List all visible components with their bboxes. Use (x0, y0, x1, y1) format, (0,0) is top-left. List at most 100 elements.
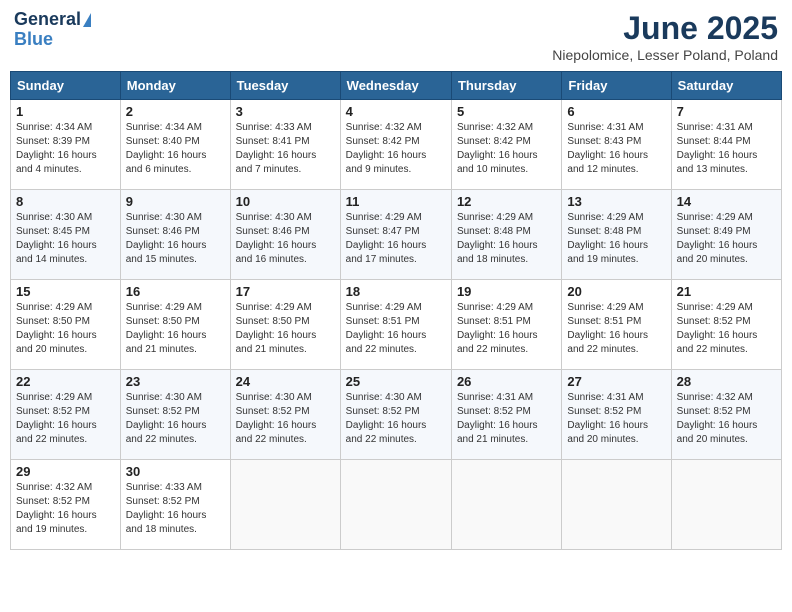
day-info: Sunrise: 4:30 AM Sunset: 8:52 PM Dayligh… (236, 391, 335, 447)
day-number: 27 (567, 374, 665, 389)
calendar-cell: 17Sunrise: 4:29 AM Sunset: 8:50 PM Dayli… (230, 280, 340, 370)
day-number: 6 (567, 104, 665, 119)
calendar-cell: 6Sunrise: 4:31 AM Sunset: 8:43 PM Daylig… (562, 100, 671, 190)
day-number: 15 (16, 284, 115, 299)
day-number: 13 (567, 194, 665, 209)
calendar-cell: 21 Sunrise: 4:29 AM Sunset: 8:52 PM Dayli… (671, 280, 781, 370)
calendar-week-3: 15 Sunrise: 4:29 AM Sunset: 8:50 PM Dayli… (11, 280, 782, 370)
calendar-table: SundayMondayTuesdayWednesdayThursdayFrid… (10, 71, 782, 550)
day-info: Sunrise: 4:29 AM Sunset: 8:52 PM Dayligh… (16, 391, 115, 447)
calendar-week-5: 29 Sunrise: 4:32 AM Sunset: 8:52 PM Dayli… (11, 460, 782, 550)
day-number: 20 (567, 284, 665, 299)
day-number: 17 (236, 284, 335, 299)
day-info: Sunrise: 4:29 AM Sunset: 8:47 PM Dayligh… (346, 211, 446, 267)
day-info: Sunrise: 4:34 AM Sunset: 8:40 PM Dayligh… (126, 121, 225, 177)
day-info: Sunrise: 4:29 AM Sunset: 8:51 PM Dayligh… (346, 301, 446, 357)
location-title: Niepolomice, Lesser Poland, Poland (552, 47, 778, 63)
calendar-cell: 19Sunrise: 4:29 AM Sunset: 8:51 PM Dayli… (451, 280, 561, 370)
day-number: 3 (236, 104, 335, 119)
day-number: 14 (677, 194, 776, 209)
day-number: 21 (677, 284, 776, 299)
day-info: Sunrise: 4:30 AM Sunset: 8:46 PM Dayligh… (236, 211, 335, 267)
month-title: June 2025 (552, 10, 778, 47)
calendar-cell (451, 460, 561, 550)
day-info: Sunrise: 4:34 AM Sunset: 8:39 PM Dayligh… (16, 121, 115, 177)
day-info: Sunrise: 4:30 AM Sunset: 8:52 PM Dayligh… (346, 391, 446, 447)
calendar-cell: 20 Sunrise: 4:29 AM Sunset: 8:51 PM Dayli… (562, 280, 671, 370)
calendar-cell: 2 Sunrise: 4:34 AM Sunset: 8:40 PM Daylig… (120, 100, 230, 190)
day-number: 19 (457, 284, 556, 299)
day-info: Sunrise: 4:31 AM Sunset: 8:52 PM Dayligh… (457, 391, 556, 447)
day-info: Sunrise: 4:31 AM Sunset: 8:44 PM Dayligh… (677, 121, 776, 177)
day-number: 9 (126, 194, 225, 209)
day-number: 11 (346, 194, 446, 209)
calendar-cell: 25 Sunrise: 4:30 AM Sunset: 8:52 PM Dayli… (340, 370, 451, 460)
day-header-saturday: Saturday (671, 72, 781, 100)
calendar-cell (562, 460, 671, 550)
day-number: 28 (677, 374, 776, 389)
day-info: Sunrise: 4:30 AM Sunset: 8:46 PM Dayligh… (126, 211, 225, 267)
day-info: Sunrise: 4:32 AM Sunset: 8:52 PM Dayligh… (16, 481, 115, 537)
logo-blue: Blue (14, 30, 53, 50)
day-number: 29 (16, 464, 115, 479)
day-info: Sunrise: 4:29 AM Sunset: 8:48 PM Dayligh… (457, 211, 556, 267)
calendar-cell: 24 Sunrise: 4:30 AM Sunset: 8:52 PM Dayli… (230, 370, 340, 460)
day-info: Sunrise: 4:29 AM Sunset: 8:48 PM Dayligh… (567, 211, 665, 267)
calendar-cell: 12 Sunrise: 4:29 AM Sunset: 8:48 PM Dayli… (451, 190, 561, 280)
day-number: 10 (236, 194, 335, 209)
calendar-cell: 10 Sunrise: 4:30 AM Sunset: 8:46 PM Dayli… (230, 190, 340, 280)
day-number: 1 (16, 104, 115, 119)
day-number: 26 (457, 374, 556, 389)
day-number: 18 (346, 284, 446, 299)
day-header-sunday: Sunday (11, 72, 121, 100)
calendar-cell: 3Sunrise: 4:33 AM Sunset: 8:41 PM Daylig… (230, 100, 340, 190)
calendar-cell: 23 Sunrise: 4:30 AM Sunset: 8:52 PM Dayli… (120, 370, 230, 460)
day-number: 16 (126, 284, 225, 299)
day-number: 22 (16, 374, 115, 389)
calendar-cell: 8Sunrise: 4:30 AM Sunset: 8:45 PM Daylig… (11, 190, 121, 280)
calendar-week-2: 8Sunrise: 4:30 AM Sunset: 8:45 PM Daylig… (11, 190, 782, 280)
calendar-cell: 30Sunrise: 4:33 AM Sunset: 8:52 PM Dayli… (120, 460, 230, 550)
logo: General Blue (14, 10, 91, 50)
day-info: Sunrise: 4:29 AM Sunset: 8:49 PM Dayligh… (677, 211, 776, 267)
calendar-cell: 7 Sunrise: 4:31 AM Sunset: 8:44 PM Daylig… (671, 100, 781, 190)
calendar-cell: 28 Sunrise: 4:32 AM Sunset: 8:52 PM Dayli… (671, 370, 781, 460)
logo-general: General (14, 10, 81, 30)
day-number: 23 (126, 374, 225, 389)
calendar-cell: 5Sunrise: 4:32 AM Sunset: 8:42 PM Daylig… (451, 100, 561, 190)
day-info: Sunrise: 4:29 AM Sunset: 8:50 PM Dayligh… (126, 301, 225, 357)
calendar-cell: 14 Sunrise: 4:29 AM Sunset: 8:49 PM Dayli… (671, 190, 781, 280)
day-header-friday: Friday (562, 72, 671, 100)
day-info: Sunrise: 4:33 AM Sunset: 8:52 PM Dayligh… (126, 481, 225, 537)
calendar-week-4: 22 Sunrise: 4:29 AM Sunset: 8:52 PM Dayli… (11, 370, 782, 460)
day-info: Sunrise: 4:32 AM Sunset: 8:42 PM Dayligh… (346, 121, 446, 177)
calendar-cell: 1 Sunrise: 4:34 AM Sunset: 8:39 PM Daylig… (11, 100, 121, 190)
day-number: 25 (346, 374, 446, 389)
day-info: Sunrise: 4:31 AM Sunset: 8:52 PM Dayligh… (567, 391, 665, 447)
day-info: Sunrise: 4:29 AM Sunset: 8:50 PM Dayligh… (16, 301, 115, 357)
logo-triangle-icon (83, 13, 91, 27)
calendar-cell: 4 Sunrise: 4:32 AM Sunset: 8:42 PM Daylig… (340, 100, 451, 190)
day-header-tuesday: Tuesday (230, 72, 340, 100)
day-number: 7 (677, 104, 776, 119)
day-info: Sunrise: 4:29 AM Sunset: 8:51 PM Dayligh… (567, 301, 665, 357)
day-info: Sunrise: 4:30 AM Sunset: 8:52 PM Dayligh… (126, 391, 225, 447)
day-number: 24 (236, 374, 335, 389)
calendar-cell: 9 Sunrise: 4:30 AM Sunset: 8:46 PM Daylig… (120, 190, 230, 280)
day-header-wednesday: Wednesday (340, 72, 451, 100)
calendar-cell (230, 460, 340, 550)
calendar-cell: 27 Sunrise: 4:31 AM Sunset: 8:52 PM Dayli… (562, 370, 671, 460)
calendar-body: 1 Sunrise: 4:34 AM Sunset: 8:39 PM Daylig… (11, 100, 782, 550)
calendar-week-1: 1 Sunrise: 4:34 AM Sunset: 8:39 PM Daylig… (11, 100, 782, 190)
calendar-cell: 29 Sunrise: 4:32 AM Sunset: 8:52 PM Dayli… (11, 460, 121, 550)
day-number: 12 (457, 194, 556, 209)
calendar-cell (671, 460, 781, 550)
day-info: Sunrise: 4:29 AM Sunset: 8:52 PM Dayligh… (677, 301, 776, 357)
day-info: Sunrise: 4:32 AM Sunset: 8:52 PM Dayligh… (677, 391, 776, 447)
day-number: 2 (126, 104, 225, 119)
day-number: 4 (346, 104, 446, 119)
calendar-header-row: SundayMondayTuesdayWednesdayThursdayFrid… (11, 72, 782, 100)
calendar-cell: 13 Sunrise: 4:29 AM Sunset: 8:48 PM Dayli… (562, 190, 671, 280)
calendar-cell: 26 Sunrise: 4:31 AM Sunset: 8:52 PM Dayli… (451, 370, 561, 460)
title-area: June 2025 Niepolomice, Lesser Poland, Po… (552, 10, 778, 63)
